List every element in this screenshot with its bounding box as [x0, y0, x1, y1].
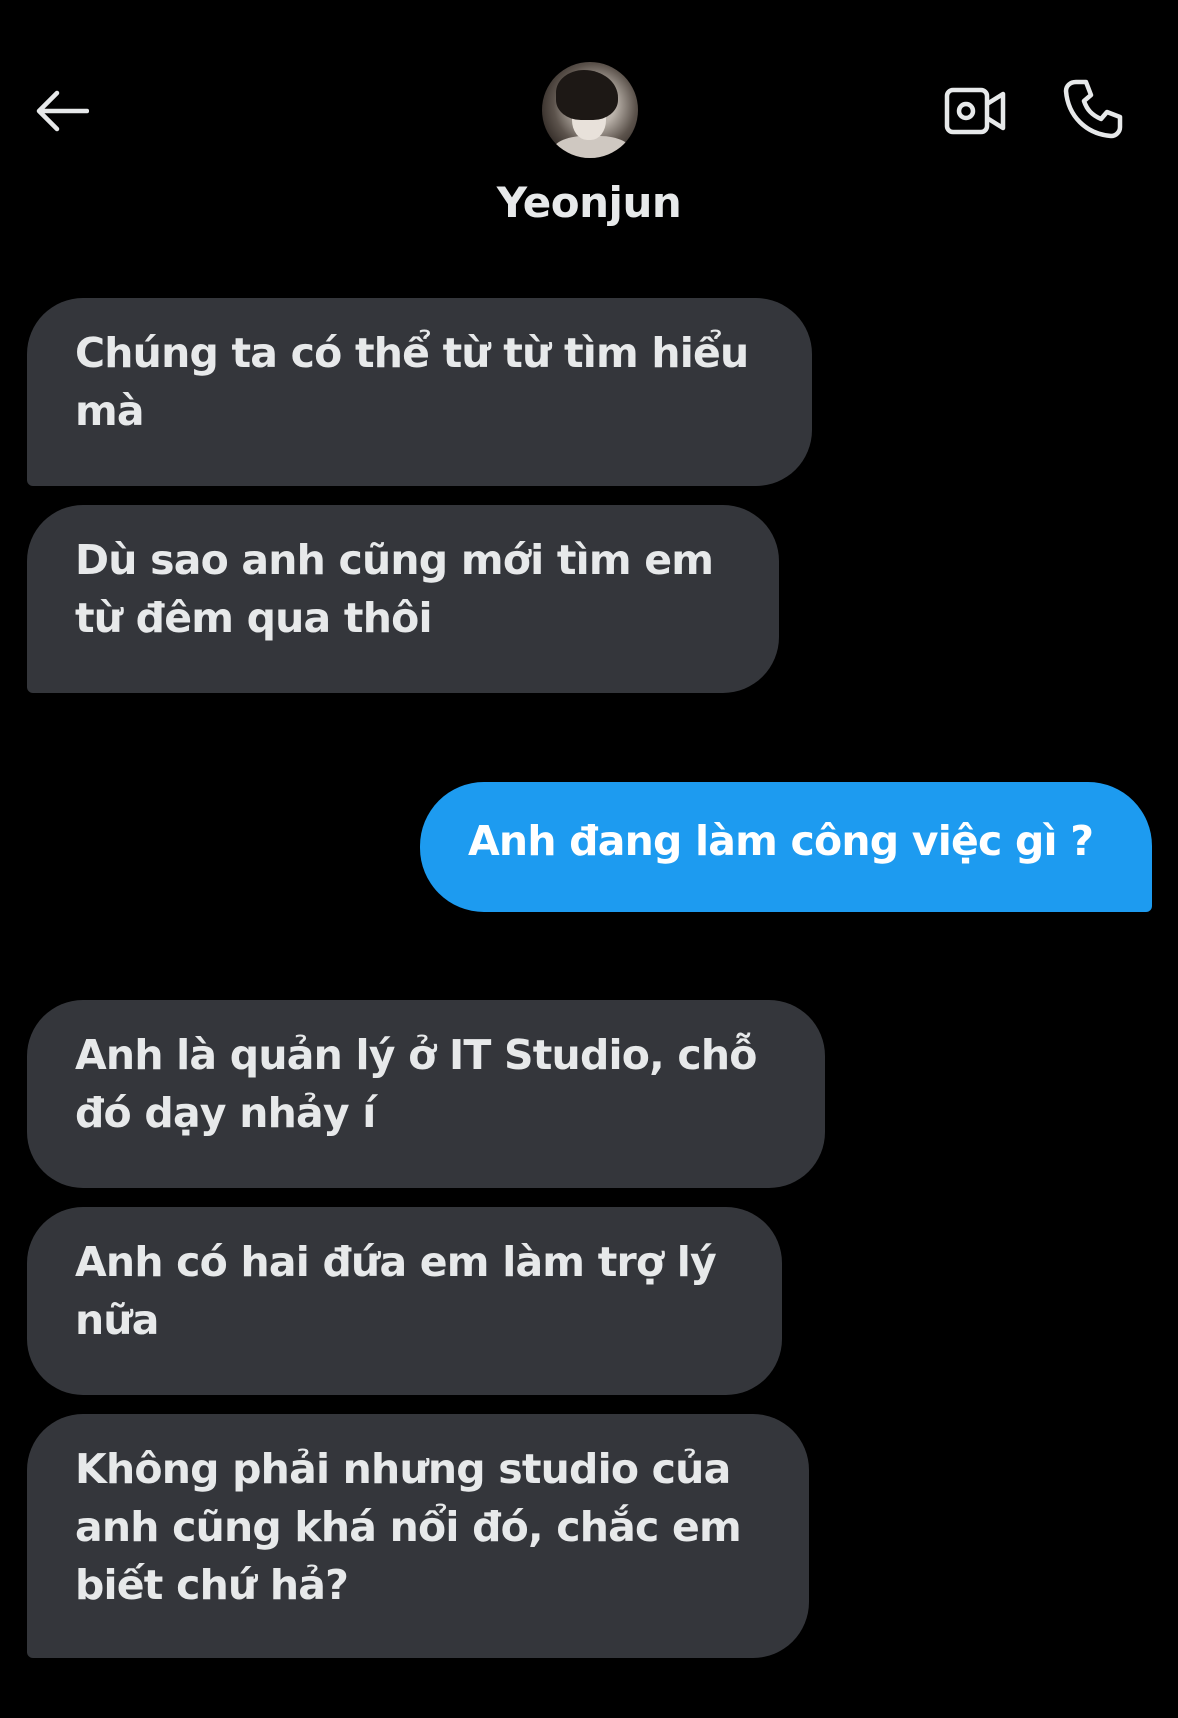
- avatar[interactable]: [542, 62, 638, 158]
- video-call-button[interactable]: [942, 80, 1008, 142]
- back-button[interactable]: [30, 80, 92, 142]
- message-bubble-sent[interactable]: Anh đang làm công việc gì ?: [420, 782, 1152, 912]
- message-bubble-received[interactable]: Anh là quản lý ở IT Studio, chỗ đó dạy n…: [27, 1000, 825, 1188]
- video-camera-icon: [944, 87, 1006, 135]
- avatar-hair: [556, 70, 618, 120]
- conversation-header: Yeonjun: [0, 0, 1178, 250]
- phone-icon: [1063, 79, 1123, 139]
- message-bubble-received[interactable]: Dù sao anh cũng mới tìm em từ đêm qua th…: [27, 505, 779, 693]
- message-bubble-received[interactable]: Chúng ta có thể từ từ tìm hiểu mà: [27, 298, 812, 486]
- arrow-left-icon: [36, 90, 89, 132]
- message-bubble-received[interactable]: Anh có hai đứa em làm trợ lý nữa: [27, 1207, 782, 1395]
- voice-call-button[interactable]: [1060, 76, 1126, 142]
- message-bubble-received[interactable]: Không phải nhưng studio của anh cũng khá…: [27, 1414, 809, 1658]
- contact-name[interactable]: Yeonjun: [0, 178, 1178, 227]
